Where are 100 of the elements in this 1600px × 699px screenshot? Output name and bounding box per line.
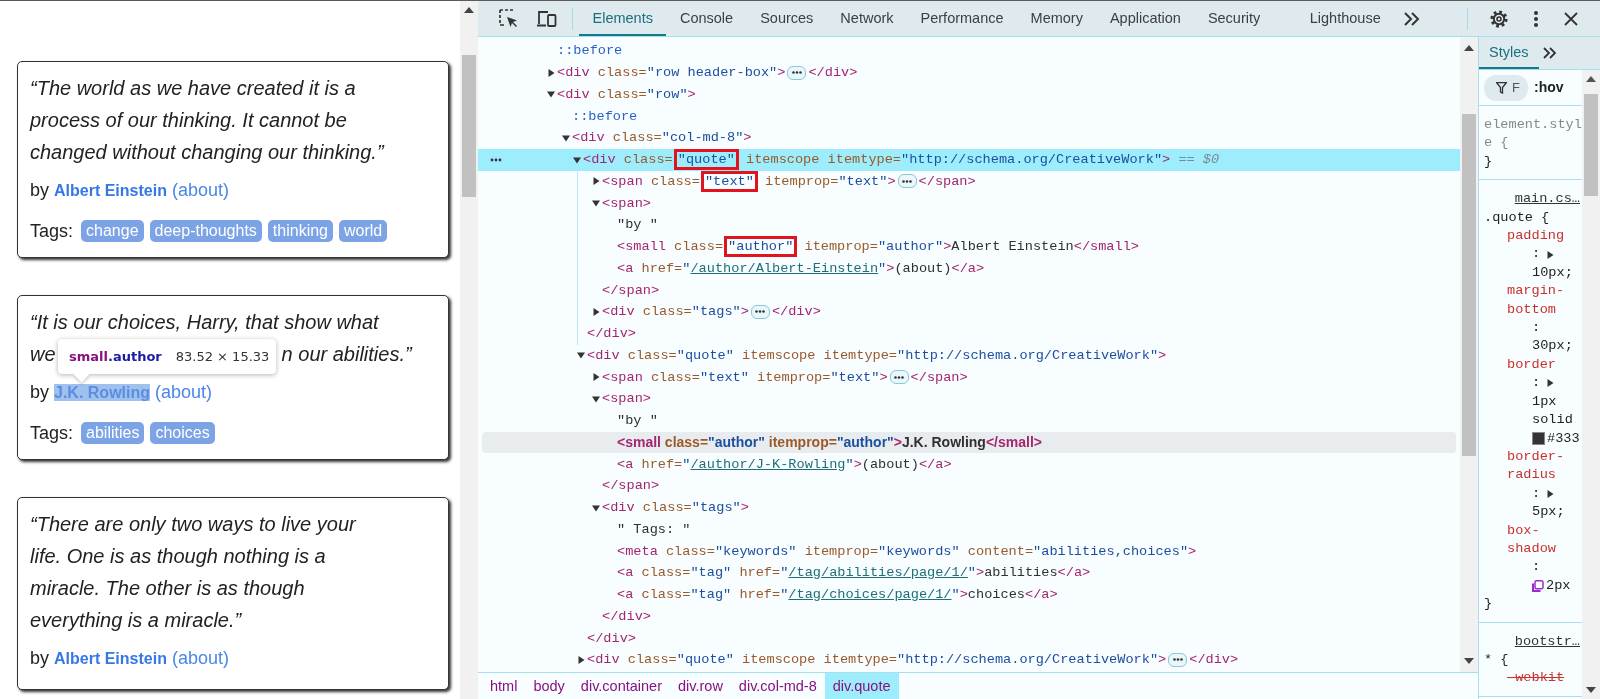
dom-node[interactable]: </div> xyxy=(482,605,1456,628)
size-label: 83.52 × 15.33 xyxy=(175,349,270,364)
more-tabs-icon[interactable] xyxy=(1404,11,1421,26)
scrollbar-thumb[interactable] xyxy=(1584,94,1598,196)
about-link[interactable]: (about) xyxy=(171,648,229,668)
shadow-editor-icon[interactable] xyxy=(1532,579,1544,592)
dom-node[interactable]: <a class="tag" href="/tag/choices/page/1/">choices</a> xyxy=(482,583,1456,606)
collapse-arrow-icon[interactable] xyxy=(573,155,581,164)
breadcrumb[interactable]: html xyxy=(482,673,526,699)
scroll-up-icon[interactable] xyxy=(1586,76,1596,82)
breadcrumb[interactable]: body xyxy=(525,673,573,699)
property-name: box-shadow xyxy=(1506,521,1557,558)
expand-arrow-icon[interactable] xyxy=(592,373,600,382)
scrollbar[interactable] xyxy=(1460,37,1478,672)
dom-node[interactable]: " Tags: " xyxy=(482,518,1456,541)
panel-tab[interactable]: Application xyxy=(1096,1,1195,36)
expand-button[interactable] xyxy=(750,304,770,319)
scrollbar[interactable] xyxy=(1582,70,1600,699)
collapse-arrow-icon[interactable] xyxy=(592,503,600,512)
attribute-link[interactable]: /author/J-K-Rowling xyxy=(690,456,846,472)
scroll-down-icon[interactable] xyxy=(1586,687,1596,693)
expand-button[interactable] xyxy=(889,370,909,385)
scrollbar-thumb[interactable] xyxy=(462,55,476,197)
collapse-arrow-icon[interactable] xyxy=(562,133,570,142)
ellipsis-icon xyxy=(902,179,913,183)
about-link[interactable]: (about) xyxy=(155,382,213,402)
dom-node[interactable]: "by " xyxy=(482,409,1456,432)
color-swatch[interactable] xyxy=(1532,432,1545,446)
panel-tab[interactable]: Sources xyxy=(746,1,827,36)
dom-node[interactable]: <div class="col-md-8"> xyxy=(482,127,1456,149)
expand-arrow-icon[interactable] xyxy=(592,177,600,186)
collapse-arrow-icon[interactable] xyxy=(592,199,600,208)
dom-node[interactable]: <div class="quote" itemscope itemtype="http://schema.org/CreativeWork"> </div> xyxy=(482,649,1456,671)
quote-text: “It is our choices, Harry, that show what xyxy=(30,310,379,335)
about-link[interactable]: (about) xyxy=(171,180,229,200)
dom-node[interactable]: </div> xyxy=(482,627,1456,649)
menu-icon[interactable] xyxy=(1533,9,1539,28)
dom-node[interactable]: ::before xyxy=(482,105,1456,127)
collapse-arrow-icon[interactable] xyxy=(547,90,555,99)
source-link[interactable]: bootstr… xyxy=(1514,633,1580,649)
more-icon[interactable] xyxy=(490,157,502,162)
dom-node[interactable]: <span> xyxy=(482,388,1456,410)
scroll-down-icon[interactable] xyxy=(1464,658,1474,664)
dom-node[interactable]: <span class="text" itemprop="text"> </span> xyxy=(482,366,1456,388)
scroll-up-icon[interactable] xyxy=(1464,45,1474,51)
expand-button[interactable] xyxy=(1168,652,1188,667)
collapse-arrow-icon[interactable] xyxy=(577,351,585,360)
dom-node[interactable]: <div class= "quote" itemscope itemtype="http://schema.org/CreativeWork"> == $0 xyxy=(478,148,1460,171)
panel-tab[interactable]: Elements xyxy=(579,1,667,36)
expand-arrow-icon[interactable] xyxy=(1546,250,1555,259)
dom-node[interactable]: </span> xyxy=(482,475,1456,497)
property-value: solid xyxy=(1532,411,1573,430)
panel-tab[interactable]: Lighthouse xyxy=(1273,1,1395,36)
dom-node[interactable]: <small class="author" itemprop="author">J.K. Rowling</small> xyxy=(482,431,1456,454)
dom-node[interactable]: <a class="tag" href="/tag/abilities/page/1/">abilities</a> xyxy=(482,562,1456,584)
panel-tab[interactable]: Performance xyxy=(907,1,1018,36)
property-name: border-radius xyxy=(1506,447,1566,485)
breadcrumb[interactable]: div.quote xyxy=(824,673,899,699)
scrollbar-thumb[interactable] xyxy=(1462,114,1476,456)
attribute-link[interactable]: /tag/abilities/page/1/ xyxy=(788,565,968,581)
dom-node[interactable]: ::before xyxy=(482,40,1456,62)
expand-arrow-icon[interactable] xyxy=(592,307,600,316)
hover-toggle[interactable]: :hov xyxy=(1534,78,1564,97)
breadcrumb[interactable]: div.col-md-8 xyxy=(730,673,825,699)
expand-button[interactable] xyxy=(897,174,917,189)
panel-tab[interactable]: Security xyxy=(1194,1,1274,36)
source-link[interactable]: main.cs… xyxy=(1514,191,1580,207)
property-name: -webkit xyxy=(1506,669,1566,688)
panel-tab[interactable]: Console xyxy=(666,1,747,36)
dom-node[interactable]: <div class="tags"> xyxy=(482,496,1456,519)
collapse-arrow-icon[interactable] xyxy=(592,394,600,403)
expand-arrow-icon[interactable] xyxy=(547,68,555,77)
attribute-link[interactable]: /tag/choices/page/1/ xyxy=(788,587,952,603)
ellipsis-icon xyxy=(755,310,766,314)
inspect-icon[interactable] xyxy=(499,8,519,29)
more-tabs-icon[interactable] xyxy=(1542,47,1557,59)
dom-node[interactable]: <div class="quote" itemscope itemtype="http://schema.org/CreativeWork"> xyxy=(482,344,1456,367)
expand-button[interactable] xyxy=(787,65,807,80)
breadcrumb[interactable]: div.row xyxy=(670,673,731,699)
expand-arrow-icon[interactable] xyxy=(1546,379,1555,388)
panel-tab[interactable]: Network xyxy=(826,1,908,36)
ellipsis-icon xyxy=(791,71,802,75)
property-value: 10px; xyxy=(1532,263,1573,282)
dom-node[interactable]: <div class="row"> xyxy=(482,83,1456,106)
dom-node[interactable]: <meta class="keywords" itemprop="keywords" content="abilities,choices"> xyxy=(482,540,1456,562)
filter-field[interactable]: F xyxy=(1484,74,1528,101)
close-icon[interactable] xyxy=(1563,10,1579,27)
dom-node[interactable]: <a href="/author/J-K-Rowling">(about)</a> xyxy=(482,453,1456,475)
author-name: Albert Einstein xyxy=(54,650,167,667)
by-label: by xyxy=(30,180,49,200)
expand-arrow-icon[interactable] xyxy=(577,655,585,664)
settings-icon[interactable] xyxy=(1489,8,1509,29)
expand-arrow-icon[interactable] xyxy=(1546,489,1555,498)
scrollbar[interactable] xyxy=(460,1,478,699)
breadcrumb[interactable]: div.container xyxy=(572,673,670,699)
panel-tab[interactable]: Memory xyxy=(1017,1,1097,36)
dom-node[interactable]: <div class="row header-box"> </div> xyxy=(482,61,1456,84)
attribute-link[interactable]: /author/Albert-Einstein xyxy=(690,260,879,276)
device-icon[interactable] xyxy=(537,9,557,28)
scroll-up-icon[interactable] xyxy=(464,7,474,13)
